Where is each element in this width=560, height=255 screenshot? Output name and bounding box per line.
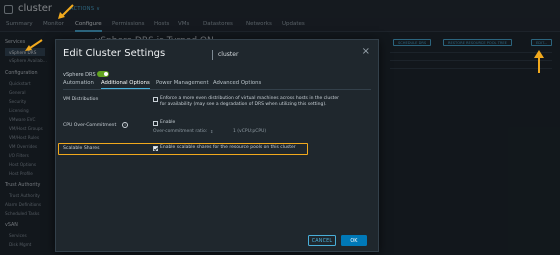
divider: [63, 89, 371, 90]
tab-automation[interactable]: Automation: [63, 80, 94, 86]
highlight-box: [58, 143, 308, 155]
vsphere-drs-toggle[interactable]: [97, 71, 109, 77]
close-icon[interactable]: ×: [362, 47, 370, 57]
vm-distribution-label: VM Distribution: [63, 97, 99, 102]
tab-additional-options[interactable]: Additional Options: [101, 80, 150, 90]
over-commitment-ratio-label: Over-commitment ratio:: [153, 129, 208, 134]
ok-button[interactable]: OK: [341, 235, 367, 246]
dialog-title: Edit Cluster Settings: [63, 48, 166, 59]
tab-advanced-options[interactable]: Advanced Options: [213, 80, 261, 86]
ratio-stepper-icon[interactable]: ⇕: [210, 129, 213, 135]
cpu-over-commitment-enable: Enable: [160, 120, 176, 125]
cpu-over-commitment-checkbox[interactable]: [153, 121, 158, 126]
dialog-subtitle: cluster: [218, 51, 239, 58]
over-commitment-ratio-value: 1 (vCPU:pCPU): [233, 129, 267, 134]
vsphere-drs-label: vSphere DRS: [63, 72, 96, 78]
cancel-button[interactable]: CANCEL: [308, 235, 336, 246]
edit-cluster-settings-dialog: Edit Cluster Settings cluster × vSphere …: [55, 39, 379, 252]
divider: [212, 50, 213, 60]
vm-distribution-checkbox[interactable]: [153, 97, 158, 102]
annotation-arrow-icon: [58, 4, 74, 19]
info-icon[interactable]: i: [122, 122, 128, 128]
annotation-arrow-icon: [534, 50, 544, 73]
annotation-arrow-icon: [25, 39, 43, 51]
vm-distribution-text: Enforce a more even distribution of virt…: [160, 96, 339, 108]
tab-power-management[interactable]: Power Management: [156, 80, 209, 86]
cpu-over-commitment-label: CPU Over-Commitment: [63, 123, 117, 128]
